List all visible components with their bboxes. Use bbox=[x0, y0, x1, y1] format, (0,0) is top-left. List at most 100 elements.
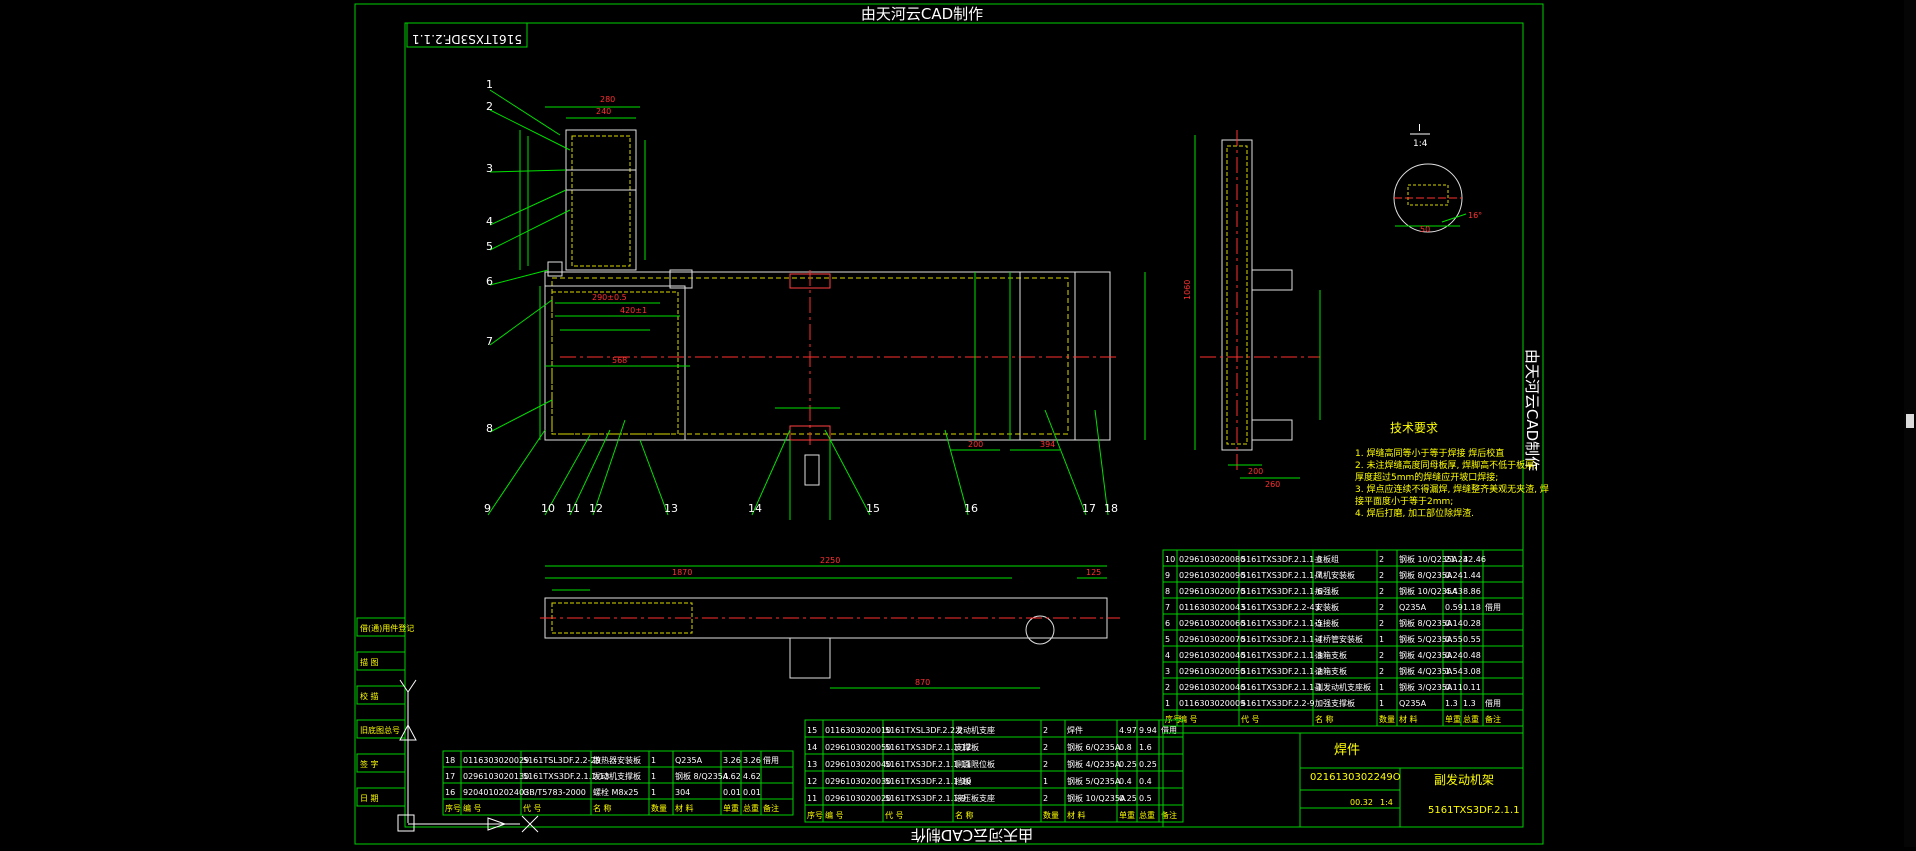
dim-right-len: 125 bbox=[1086, 568, 1101, 577]
table-cell: 8 bbox=[1165, 587, 1170, 596]
side-dims: 1060 200 260 bbox=[1183, 280, 1280, 489]
table-cell: 1 bbox=[651, 772, 656, 781]
watermark-top: 由天河云CAD制作 bbox=[861, 5, 983, 23]
table-cell: 1.3 bbox=[1463, 699, 1476, 708]
tech-req-item: 4. 焊后打磨, 加工部位除焊渣. bbox=[1355, 507, 1474, 519]
table-header-cell: 数量 bbox=[1379, 714, 1395, 724]
table-header-cell: 备注 bbox=[1485, 714, 1501, 724]
table-header-cell: 名 称 bbox=[955, 810, 974, 820]
stamp-label: 签 字 bbox=[360, 759, 379, 769]
table-cell: 18 bbox=[445, 756, 455, 765]
table-cell: 0.48 bbox=[1463, 651, 1481, 660]
table-cell: 钢板 5/Q235A bbox=[1067, 776, 1121, 786]
table-cell: 2 bbox=[1043, 743, 1048, 752]
detail-label-letter: I bbox=[1418, 123, 1421, 134]
title-block-sheet: 1:4 bbox=[1380, 798, 1393, 807]
table-header-cell: 材 料 bbox=[1067, 810, 1086, 820]
table-cell: 过桥管安装板 bbox=[1315, 634, 1363, 644]
balloon-8: 8 bbox=[486, 422, 493, 435]
table-header-cell: 备注 bbox=[763, 803, 779, 813]
table-header-cell: 数量 bbox=[1043, 810, 1059, 820]
table-cell: 7 bbox=[1165, 603, 1170, 612]
watermark-bottom: 由天河云CAD制作 bbox=[911, 826, 1033, 844]
table-cell: 连接板 bbox=[1315, 618, 1339, 628]
vertical-scrollbar[interactable] bbox=[1904, 0, 1916, 847]
cad-drawing-canvas[interactable]: 由天河云CAD制作 由天河云CAD制作 由天河云CAD制作 5161TXS3DF… bbox=[0, 0, 1916, 847]
dim-top-width: 280 bbox=[600, 95, 615, 104]
table-cell: 5161TSL3DF.2.2-29 bbox=[523, 756, 601, 765]
scrollbar-thumb[interactable] bbox=[1906, 414, 1914, 428]
table-cell: 发动机支撑板 bbox=[593, 771, 641, 781]
table-cell: 304 bbox=[675, 788, 690, 797]
table-cell: 侧面限位板 bbox=[955, 759, 995, 769]
stamp-label: 借(通)用件登记 bbox=[360, 623, 414, 633]
table-cell: 2 bbox=[1379, 571, 1384, 580]
table-cell: 螺栓 M8x25 bbox=[593, 787, 638, 797]
table-cell: 17 bbox=[445, 772, 455, 781]
table-cell: 3.26 bbox=[743, 756, 761, 765]
balloon-3: 3 bbox=[486, 162, 493, 175]
bom-right-table: 10 02961030200805161TXS3DF.2.1.1-8立板组 2 钢板 … bbox=[1162, 549, 1524, 727]
table-cell: 42.46 bbox=[1463, 555, 1486, 564]
table-cell: 1 bbox=[1043, 777, 1048, 786]
title-block-scale: 00.32 bbox=[1350, 798, 1373, 807]
balloon-16: 16 bbox=[964, 502, 978, 515]
table-cell: 11 bbox=[807, 794, 817, 803]
table-cell: 0.59 bbox=[1445, 603, 1463, 612]
dim-side-260: 260 bbox=[1265, 480, 1280, 489]
table-cell: 0116303020010 bbox=[825, 726, 891, 735]
balloon-layer: 123456789 10 11 12 13 14 15 16 17 18 bbox=[484, 78, 1118, 515]
dim-200: 200 bbox=[968, 440, 983, 449]
table-header-cell: 单重 bbox=[1445, 714, 1461, 724]
tech-req-item: 2. 未注焊缝高度同母板厚, 焊脚高不低于板厚; bbox=[1355, 459, 1537, 471]
table-cell: 0296103020060 bbox=[1179, 619, 1245, 628]
balloon-4: 4 bbox=[486, 215, 493, 228]
table-cell: 1.18 bbox=[1463, 603, 1481, 612]
tech-req-item: 3. 焊点应连续不得漏焊, 焊缝整齐美观无夹渣, 焊 bbox=[1355, 483, 1549, 495]
stamp-label: 描 图 bbox=[360, 657, 379, 667]
tech-req-title: 技术要求 bbox=[1390, 421, 1438, 435]
table-cell: 10 bbox=[1165, 555, 1175, 564]
balloon-12: 12 bbox=[589, 502, 603, 515]
dim-side-200: 200 bbox=[1248, 467, 1263, 476]
table-cell: 5161TXSL3DF.2.2.2 bbox=[885, 726, 963, 735]
table-cell: 焊件 bbox=[1067, 725, 1083, 735]
table-cell: 0296103020080 bbox=[1179, 555, 1245, 564]
dim-width-568: 568 bbox=[612, 356, 627, 365]
tech-req-list: 1. 焊缝高同等小于等于焊接 焊后校直2. 未注焊缝高度同母板厚, 焊脚高不低于… bbox=[1355, 447, 1549, 519]
table-cell: 0296103020040 bbox=[1179, 683, 1245, 692]
dim-width-290: 290±0.5 bbox=[592, 293, 627, 302]
table-cell: 4.62 bbox=[723, 772, 741, 781]
table-cell: 0296103020090 bbox=[1179, 571, 1245, 580]
table-cell: 4.43 bbox=[1445, 587, 1463, 596]
table-cell: 钢板 4/Q235A bbox=[1067, 759, 1121, 769]
table-cell: 0116303020009 bbox=[1179, 699, 1245, 708]
balloon-6: 6 bbox=[486, 275, 493, 288]
table-cell: 6 bbox=[1165, 619, 1170, 628]
table-cell: 钢板 6/Q235A bbox=[1067, 742, 1121, 752]
table-cell: 0.25 bbox=[1119, 794, 1137, 803]
table-cell: 加强支撑板 bbox=[1315, 698, 1355, 708]
table-cell: 1.6 bbox=[1139, 743, 1152, 752]
table-cell: 5161TXS3DF.2.1.1-2 bbox=[1241, 667, 1322, 676]
table-cell: 安装板 bbox=[1315, 602, 1339, 612]
table-cell: 钢板 10/Q235A bbox=[1067, 793, 1126, 803]
table-cell: 9.94 bbox=[1139, 726, 1157, 735]
table-header-cell: 材 料 bbox=[675, 803, 694, 813]
table-cell: 5161TXS3DF.2.1.1-6 bbox=[1241, 587, 1322, 596]
table-cell: 5161TXS3DF.2.1.1-7 bbox=[1241, 571, 1322, 580]
table-cell: 0.11 bbox=[1463, 683, 1481, 692]
dim-overall: 2250 bbox=[820, 556, 840, 565]
table-cell: 4.97 bbox=[1119, 726, 1137, 735]
table-cell: 油箱支板 bbox=[1315, 666, 1347, 676]
table-cell: 1.3 bbox=[1445, 699, 1458, 708]
table-header-cell: 材 料 bbox=[1399, 714, 1418, 724]
table-cell: Q235A bbox=[1399, 603, 1427, 612]
table-header-cell: 单重 bbox=[1119, 810, 1135, 820]
table-cell: 1.54 bbox=[1445, 667, 1463, 676]
table-cell: 0.24 bbox=[1445, 571, 1463, 580]
table-cell: 0.25 bbox=[1119, 760, 1137, 769]
table-cell: 借用 bbox=[763, 755, 779, 765]
table-cell: 钢板 8/Q235A bbox=[675, 771, 729, 781]
table-cell: 0.55 bbox=[1463, 635, 1481, 644]
